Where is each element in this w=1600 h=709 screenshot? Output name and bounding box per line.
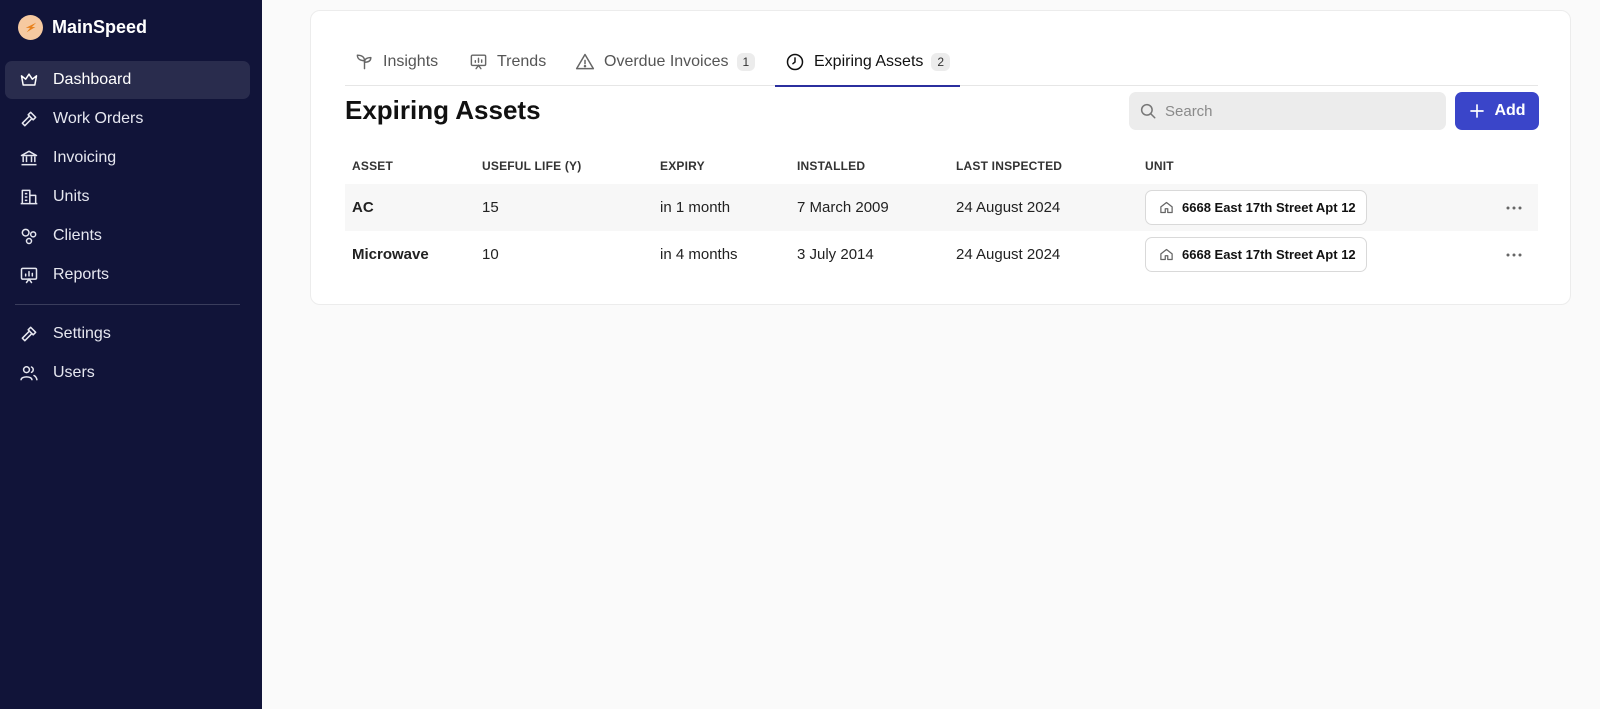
sidebar-item-label: Reports — [53, 266, 110, 283]
more-actions-icon[interactable] — [1503, 244, 1525, 266]
presentation-chart-icon — [469, 52, 488, 71]
cell-installed: 3 July 2014 — [797, 246, 874, 263]
unit-chip[interactable]: 6668 East 17th Street Apt 12 — [1145, 190, 1367, 225]
sidebar-item-dashboard[interactable]: Dashboard — [5, 61, 250, 99]
tab-insights[interactable]: Insights — [345, 37, 448, 86]
tab-bar: Insights Trends Overdue Invoices 1 Expir… — [345, 37, 1538, 87]
table-row[interactable]: Microwave 10 in 4 months 3 July 2014 24 … — [345, 231, 1538, 278]
search-box[interactable] — [1129, 92, 1446, 130]
tab-count-badge: 1 — [736, 52, 756, 71]
column-header-useful-life[interactable]: USEFUL LIFE (Y) — [482, 159, 581, 173]
crown-icon — [18, 69, 40, 91]
sidebar-nav: Dashboard Work Orders Invoicing Units Cl… — [5, 61, 250, 393]
expiring-assets-card: Insights Trends Overdue Invoices 1 Expir… — [310, 10, 1571, 305]
search-input[interactable] — [1165, 102, 1425, 120]
building-icon — [18, 186, 40, 208]
tab-label: Expiring Assets — [814, 52, 924, 70]
sidebar-item-label: Work Orders — [53, 110, 144, 127]
sidebar-item-label: Units — [53, 188, 90, 205]
sidebar-item-clients[interactable]: Clients — [5, 217, 250, 255]
plus-icon — [1468, 102, 1486, 120]
bank-icon — [18, 147, 40, 169]
column-header-asset[interactable]: ASSET — [352, 159, 393, 173]
tab-expiring-assets[interactable]: Expiring Assets 2 — [775, 37, 961, 87]
brand-name: MainSpeed — [52, 16, 148, 37]
column-header-expiry[interactable]: EXPIRY — [660, 159, 705, 173]
clock-icon — [785, 52, 805, 72]
sidebar-divider — [15, 304, 240, 305]
cell-asset: Microwave — [352, 246, 429, 263]
search-icon — [1139, 102, 1157, 120]
sidebar-item-label: Invoicing — [53, 149, 117, 166]
sidebar-item-label: Settings — [53, 325, 111, 342]
cell-asset: AC — [352, 199, 374, 216]
assets-table: ASSET USEFUL LIFE (Y) EXPIRY INSTALLED L… — [345, 148, 1538, 278]
sprout-icon — [355, 52, 374, 71]
brand[interactable]: MainSpeed — [18, 14, 147, 40]
tab-label: Overdue Invoices — [604, 52, 729, 70]
cell-expiry: in 4 months — [660, 246, 738, 263]
cell-useful-life: 10 — [482, 246, 499, 263]
tab-count-badge: 2 — [931, 52, 951, 71]
house-icon — [1159, 247, 1174, 262]
sidebar-item-settings[interactable]: Settings — [5, 315, 250, 353]
tab-trends[interactable]: Trends — [459, 37, 556, 86]
tab-label: Insights — [383, 52, 439, 70]
sidebar-item-work-orders[interactable]: Work Orders — [5, 100, 250, 138]
sidebar-item-users[interactable]: Users — [5, 354, 250, 392]
clients-icon — [18, 225, 40, 247]
sidebar-item-invoicing[interactable]: Invoicing — [5, 139, 250, 177]
sidebar-item-label: Clients — [53, 227, 102, 244]
users-icon — [18, 362, 40, 384]
more-actions-icon[interactable] — [1503, 197, 1525, 219]
column-header-installed[interactable]: INSTALLED — [797, 159, 865, 173]
sidebar-item-label: Users — [53, 364, 95, 381]
page-title: Expiring Assets — [345, 95, 541, 125]
cell-expiry: in 1 month — [660, 199, 731, 216]
presentation-chart-icon — [18, 264, 40, 286]
cell-useful-life: 15 — [482, 199, 499, 216]
sidebar: MainSpeed Dashboard Work Orders Invoicin… — [0, 0, 262, 709]
tab-overdue-invoices[interactable]: Overdue Invoices 1 — [565, 37, 765, 86]
hammer-icon — [18, 108, 40, 130]
sidebar-item-units[interactable]: Units — [5, 178, 250, 216]
tab-label: Trends — [497, 52, 547, 70]
add-button-label: Add — [1494, 102, 1526, 119]
bolt-logo-icon — [18, 14, 43, 40]
cell-last-inspected: 24 August 2024 — [956, 199, 1061, 216]
cell-last-inspected: 24 August 2024 — [956, 246, 1061, 263]
hammer-icon — [18, 323, 40, 345]
column-header-last-inspected[interactable]: LAST INSPECTED — [956, 159, 1062, 173]
table-row[interactable]: AC 15 in 1 month 7 March 2009 24 August … — [345, 184, 1538, 231]
sidebar-item-reports[interactable]: Reports — [5, 256, 250, 294]
cell-installed: 7 March 2009 — [797, 199, 889, 216]
add-button[interactable]: Add — [1455, 92, 1539, 130]
warning-triangle-icon — [575, 52, 595, 72]
unit-chip-label: 6668 East 17th Street Apt 12 — [1182, 247, 1356, 262]
house-icon — [1159, 200, 1174, 215]
unit-chip-label: 6668 East 17th Street Apt 12 — [1182, 200, 1356, 215]
table-header: ASSET USEFUL LIFE (Y) EXPIRY INSTALLED L… — [345, 148, 1538, 184]
unit-chip[interactable]: 6668 East 17th Street Apt 12 — [1145, 237, 1367, 272]
sidebar-item-label: Dashboard — [53, 71, 132, 88]
column-header-unit[interactable]: UNIT — [1145, 159, 1174, 173]
